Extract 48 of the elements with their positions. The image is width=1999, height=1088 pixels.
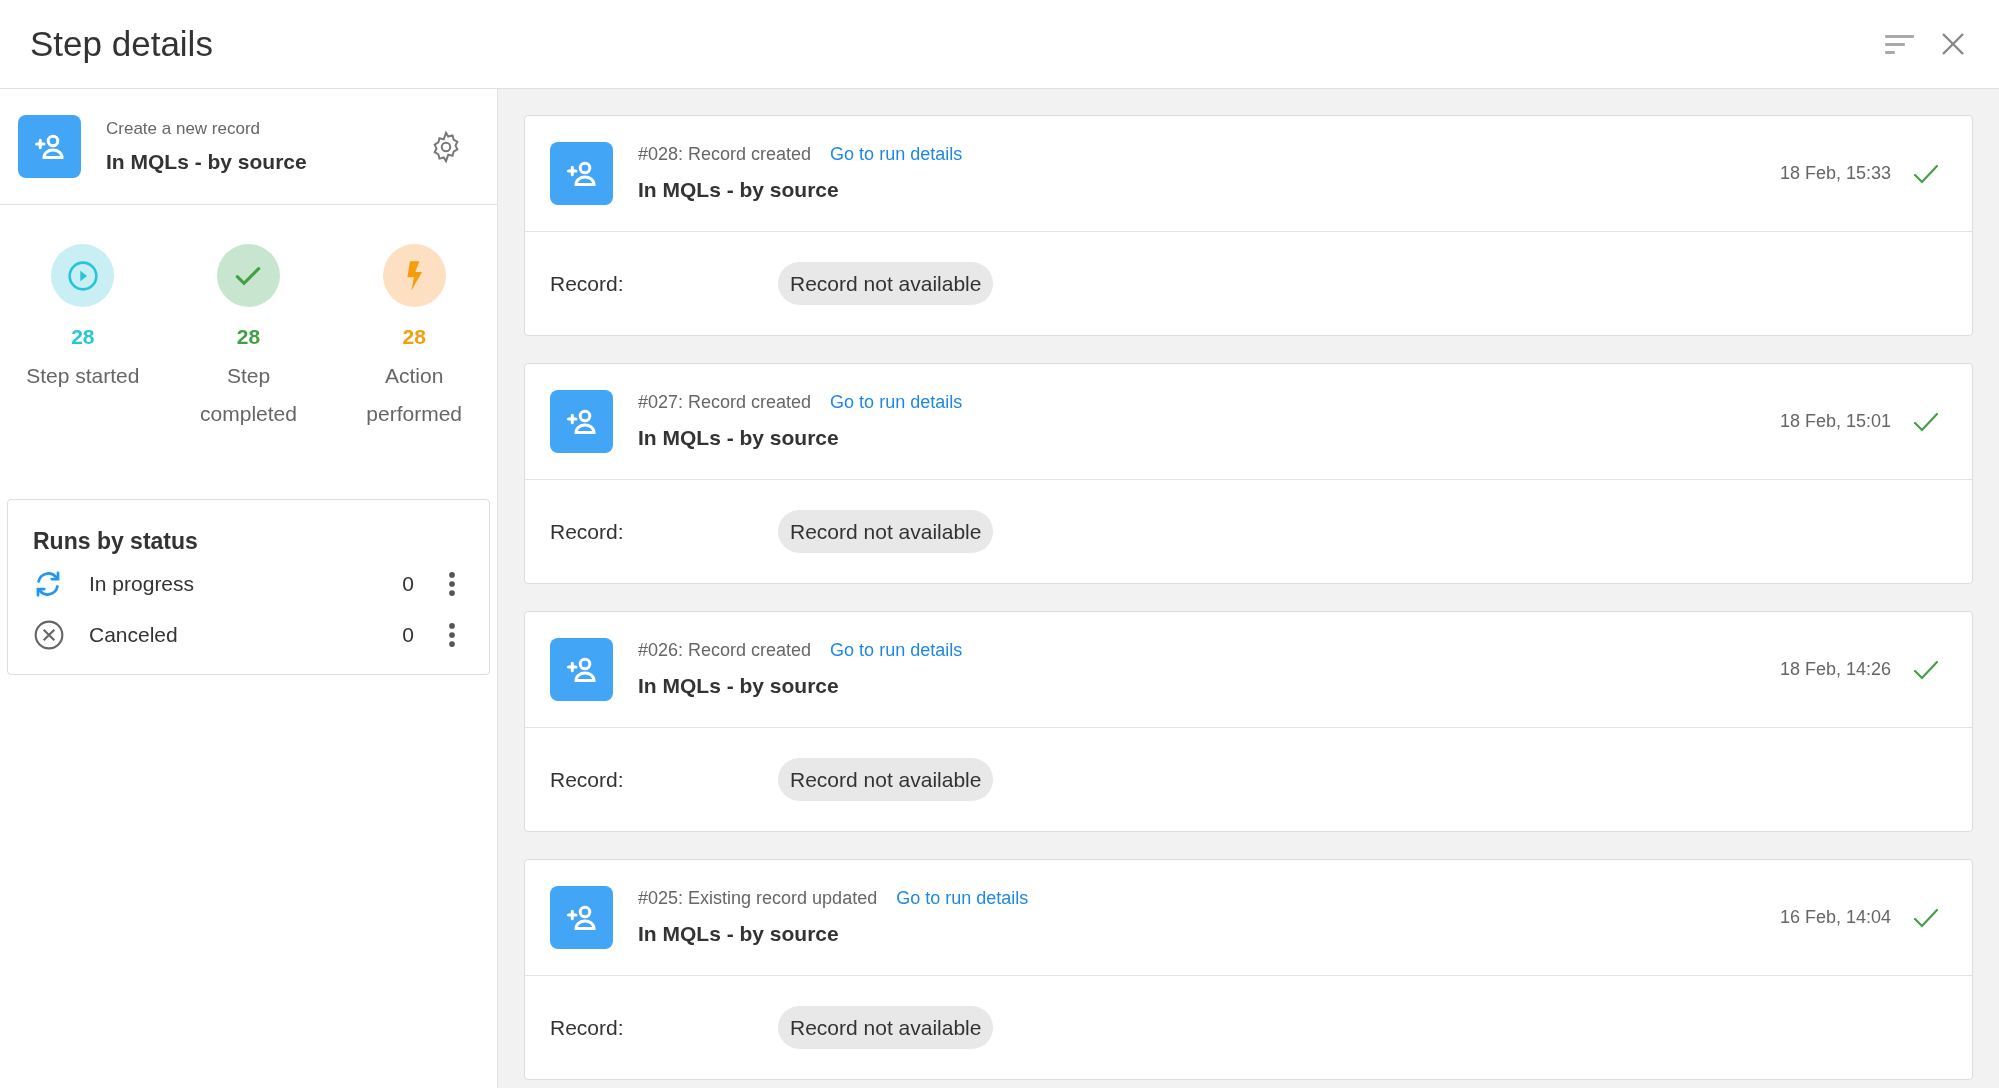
status-label: Canceled: [89, 621, 179, 648]
more-options-icon[interactable]: [448, 621, 456, 648]
status-label: In progress: [89, 570, 196, 597]
stat-label: Step completed: [199, 362, 298, 427]
check-icon: [1913, 162, 1939, 185]
more-options-icon[interactable]: [448, 570, 456, 597]
run-summary: #025: Existing record updated: [638, 887, 878, 911]
record-label: Record:: [550, 270, 625, 297]
record-status-chip: Record not available: [778, 261, 994, 306]
run-time: 18 Feb, 15:01: [1779, 410, 1891, 433]
run-summary: #026: Record created: [638, 639, 812, 663]
run-summary: #027: Record created: [638, 391, 812, 415]
check-icon: [1913, 658, 1939, 681]
record-status-chip: Record not available: [778, 509, 994, 554]
run-details-link[interactable]: Go to run details: [830, 637, 963, 665]
status-count: 0: [402, 570, 414, 597]
run-step-name: In MQLs - by source: [638, 425, 840, 452]
record-label: Record:: [550, 1014, 625, 1041]
panel-title: Step details: [30, 22, 213, 65]
step-type: Create a new record: [106, 118, 262, 140]
step-name: In MQLs - by source: [106, 148, 308, 175]
run-summary: #028: Record created: [638, 143, 812, 167]
record-label: Record:: [550, 766, 625, 793]
run-step-name: In MQLs - by source: [638, 921, 840, 948]
close-icon[interactable]: [1941, 32, 1965, 56]
record-status-chip: Record not available: [778, 1005, 994, 1050]
stat-count: 28: [402, 324, 426, 350]
stat-count: 28: [71, 324, 95, 350]
stat-label: Step started: [25, 362, 141, 389]
run-time: 18 Feb, 14:26: [1779, 658, 1891, 681]
record-status-chip: Record not available: [778, 757, 994, 802]
stat-label: Action performed: [365, 362, 463, 427]
cancel-icon: [33, 618, 65, 651]
status-count: 0: [402, 621, 414, 648]
play-icon: [66, 259, 99, 292]
sort-icon[interactable]: [1885, 33, 1915, 55]
run-details-link[interactable]: Go to run details: [830, 389, 963, 417]
check-icon: [1913, 410, 1939, 433]
run-time: 18 Feb, 15:33: [1779, 162, 1891, 185]
run-step-name: In MQLs - by source: [638, 177, 840, 204]
run-time: 16 Feb, 14:04: [1779, 906, 1891, 929]
stat-count: 28: [236, 324, 261, 350]
run-details-link[interactable]: Go to run details: [830, 141, 963, 169]
card-title: Runs by status: [33, 526, 199, 556]
run-details-link[interactable]: Go to run details: [896, 885, 1029, 913]
run-step-name: In MQLs - by source: [638, 673, 840, 700]
check-icon: [1913, 906, 1939, 929]
record-label: Record:: [550, 518, 625, 545]
